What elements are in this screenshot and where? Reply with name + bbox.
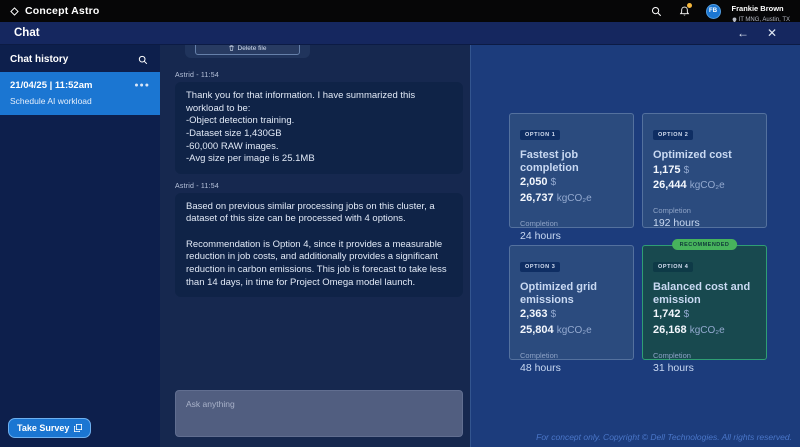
options-grid: OPTION 1 Fastest job completion 2,050 $ …: [509, 113, 767, 360]
more-options-icon[interactable]: ●●●: [134, 82, 150, 89]
notification-dot: [687, 3, 692, 8]
completion-value: 48 hours: [520, 362, 623, 374]
option-cost: 2,050 $: [520, 176, 623, 190]
completion-value: 24 hours: [520, 230, 623, 242]
message-bubble: Based on previous similar processing job…: [175, 193, 463, 297]
option-badge: OPTION 4: [653, 262, 693, 272]
message-author-time: Astrid - 11:54: [175, 183, 463, 190]
option-badge: OPTION 2: [653, 130, 693, 140]
completion-value: 31 hours: [653, 362, 756, 374]
take-survey-label: Take Survey: [17, 423, 69, 433]
page-title: Chat: [14, 27, 40, 39]
file-attachment-bubble: Delete file: [185, 45, 310, 58]
option-cost: 2,363 $: [520, 308, 623, 322]
user-name: Frankie Brown: [732, 4, 784, 13]
option-title: Optimized grid emissions: [520, 281, 623, 306]
chat-header: Chat ← ✕: [0, 22, 800, 45]
message-bubble: Thank you for that information. I have s…: [175, 82, 463, 174]
options-panel: OPTION 1 Fastest job completion 2,050 $ …: [470, 45, 800, 447]
delete-file-label: Delete file: [238, 45, 267, 52]
option-card-1[interactable]: OPTION 1 Fastest job completion 2,050 $ …: [509, 113, 634, 228]
close-icon[interactable]: ✕: [758, 26, 786, 40]
back-arrow-icon[interactable]: ←: [728, 26, 758, 40]
option-emissions: 25,804 kgCO₂e: [520, 324, 623, 338]
option-card-3[interactable]: OPTION 3 Optimized grid emissions 2,363 …: [509, 245, 634, 360]
completion-label: Completion: [520, 351, 623, 360]
option-badge: OPTION 3: [520, 262, 560, 272]
history-search-icon[interactable]: [138, 55, 148, 65]
history-item-subtitle: Schedule AI workload: [10, 96, 150, 106]
top-bar: Concept Astro FB Frankie Brown IT MNG, A…: [0, 0, 800, 22]
notifications-bell-icon[interactable]: [674, 0, 696, 22]
user-info: Frankie Brown IT MNG, Austin, TX: [732, 0, 790, 24]
option-card-2[interactable]: OPTION 2 Optimized cost 1,175 $ 26,444 k…: [642, 113, 767, 228]
delete-file-button[interactable]: Delete file: [195, 45, 300, 55]
message-list: Astrid - 11:54 Thank you for that inform…: [175, 72, 463, 306]
search-icon[interactable]: [646, 0, 668, 22]
completion-label: Completion: [520, 219, 623, 228]
app-logo-icon: [10, 7, 19, 16]
option-emissions: 26,737 kgCO₂e: [520, 192, 623, 206]
history-item-selected[interactable]: 21/04/25 | 11:52am ●●● Schedule AI workl…: [0, 72, 160, 115]
message-author-time: Astrid - 11:54: [175, 72, 463, 79]
option-title: Optimized cost: [653, 149, 756, 162]
option-cost: 1,742 $: [653, 308, 756, 322]
copyright-footer: For concept only. Copyright © Dell Techn…: [536, 432, 792, 442]
completion-label: Completion: [653, 206, 756, 215]
option-emissions: 26,168 kgCO₂e: [653, 324, 756, 338]
option-cost: 1,175 $: [653, 164, 756, 178]
chat-input[interactable]: [175, 390, 463, 437]
take-survey-button[interactable]: Take Survey: [8, 418, 91, 438]
history-item-timestamp: 21/04/25 | 11:52am: [10, 80, 92, 91]
recommended-badge: RECOMMENDED: [672, 239, 738, 250]
avatar[interactable]: FB: [706, 4, 721, 19]
option-title: Balanced cost and emission: [653, 281, 756, 306]
chat-message-area: Delete file Astrid - 11:54 Thank you for…: [160, 45, 470, 447]
completion-label: Completion: [653, 351, 756, 360]
app-title: Concept Astro: [25, 5, 100, 17]
app-window: Concept Astro FB Frankie Brown IT MNG, A…: [0, 0, 800, 447]
option-title: Fastest job completion: [520, 149, 623, 174]
option-card-4-recommended[interactable]: RECOMMENDED OPTION 4 Balanced cost and e…: [642, 245, 767, 360]
sidebar-title: Chat history: [10, 54, 68, 65]
external-link-icon: [74, 424, 82, 432]
completion-value: 192 hours: [653, 217, 756, 229]
trash-icon: [229, 45, 234, 51]
chat-history-sidebar: Chat history 21/04/25 | 11:52am ●●● Sche…: [0, 45, 160, 447]
option-badge: OPTION 1: [520, 130, 560, 140]
option-emissions: 26,444 kgCO₂e: [653, 179, 756, 193]
